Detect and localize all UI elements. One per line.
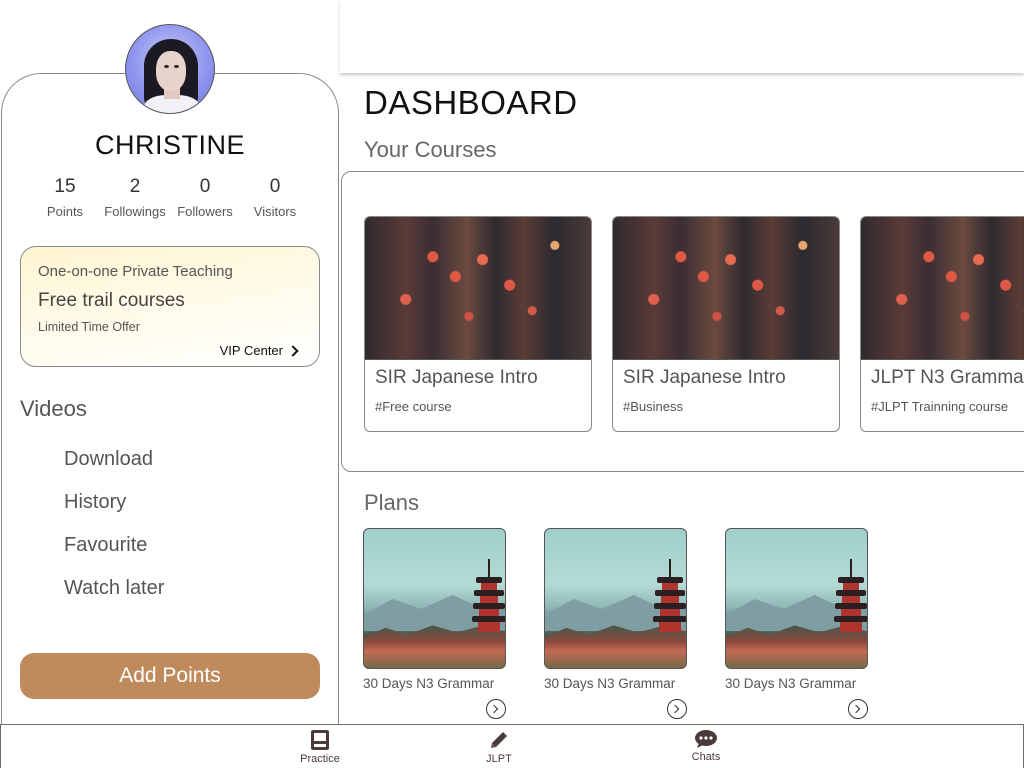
top-bar <box>340 0 1024 73</box>
chevron-circle-right-icon[interactable] <box>848 699 868 719</box>
course-thumbnail <box>365 217 591 360</box>
videos-heading: Videos <box>20 396 87 421</box>
course-tag: #Free course <box>375 399 452 414</box>
nav-label: Practice <box>300 753 340 765</box>
course-title: SIR Japanese Intro <box>375 367 538 388</box>
course-thumbnail <box>861 217 1024 360</box>
stat-value: 2 <box>129 176 141 197</box>
stat-label: Visitors <box>253 204 297 219</box>
course-card[interactable]: SIR Japanese Intro #Business <box>612 216 840 432</box>
videos-menu-history[interactable]: History <box>64 489 164 532</box>
vip-promo-card[interactable]: One-on-one Private Teaching Free trail c… <box>20 246 320 367</box>
plan-thumbnail <box>725 528 868 669</box>
courses-carousel[interactable]: SIR Japanese Intro #Free course SIR Japa… <box>341 171 1024 472</box>
profile-sidebar: CHRISTINE 15 Points 2 Followings 0 Follo… <box>0 0 340 733</box>
page-title: DASHBOARD <box>364 84 578 121</box>
user-name: CHRISTINE <box>94 130 245 160</box>
course-title: JLPT N3 Grammar <box>871 367 1024 388</box>
vip-note: Limited Time Offer <box>38 320 140 334</box>
course-card[interactable]: SIR Japanese Intro #Free course <box>364 216 592 432</box>
stat-value: 15 <box>54 176 76 197</box>
chat-bubbles-icon <box>695 730 717 748</box>
your-courses-heading: Your Courses <box>364 137 497 162</box>
plan-thumbnail <box>363 528 506 669</box>
stat-value: 0 <box>269 176 281 197</box>
pencil-icon <box>491 732 507 748</box>
chevron-right-icon <box>287 345 299 357</box>
chevron-circle-right-icon[interactable] <box>486 699 506 719</box>
stat-label: Followers <box>177 204 233 219</box>
vip-center-link[interactable]: VIP Center <box>219 343 299 358</box>
videos-menu-favourite[interactable]: Favourite <box>64 532 164 575</box>
plan-card[interactable]: 30 Days N3 Grammar <box>363 528 506 719</box>
vip-headline: One-on-one Private Teaching <box>38 263 233 280</box>
bottom-nav: Practice JLPT Chats <box>0 724 1024 768</box>
plan-name: 30 Days N3 Grammar <box>363 676 495 691</box>
plan-card[interactable]: 30 Days N3 Grammar <box>725 528 868 719</box>
course-thumbnail <box>613 217 839 360</box>
app-root: CHRISTINE 15 Points 2 Followings 0 Follo… <box>0 0 1024 768</box>
stat-label: Followings <box>104 204 166 219</box>
vip-center-label: VIP Center <box>219 343 283 358</box>
add-points-button[interactable]: Add Points <box>20 653 320 699</box>
nav-label: JLPT <box>486 753 512 765</box>
videos-menu-download[interactable]: Download <box>64 446 164 489</box>
plan-thumbnail <box>544 528 687 669</box>
course-tag: #JLPT Trainning course <box>871 399 1009 414</box>
plan-name: 30 Days N3 Grammar <box>725 676 857 691</box>
avatar[interactable] <box>125 24 215 114</box>
stat-label: Points <box>46 204 84 219</box>
stat-points[interactable]: 15 Points <box>30 174 100 219</box>
course-title: SIR Japanese Intro <box>623 367 786 388</box>
plan-card[interactable]: 30 Days N3 Grammar <box>544 528 687 719</box>
plan-name: 30 Days N3 Grammar <box>544 676 676 691</box>
nav-label: Chats <box>691 751 721 763</box>
nav-item-chats[interactable]: Chats <box>687 729 725 763</box>
videos-menu: Download History Favourite Watch later <box>64 446 164 618</box>
chevron-circle-right-icon[interactable] <box>667 699 687 719</box>
course-tag: #Business <box>623 399 683 414</box>
stat-followings[interactable]: 2 Followings <box>100 174 170 219</box>
nav-item-jlpt[interactable]: JLPT <box>481 729 517 765</box>
vip-offer: Free trail courses <box>38 290 185 311</box>
plans-heading: Plans <box>364 490 420 515</box>
nav-item-practice[interactable]: Practice <box>297 729 343 765</box>
profile-stats: 15 Points 2 Followings 0 Followers 0 Vis… <box>30 174 310 219</box>
stat-followers[interactable]: 0 Followers <box>170 174 240 219</box>
book-icon <box>311 730 329 750</box>
stat-visitors[interactable]: 0 Visitors <box>240 174 310 219</box>
stat-value: 0 <box>199 176 211 197</box>
videos-menu-watch-later[interactable]: Watch later <box>64 575 164 618</box>
course-card[interactable]: JLPT N3 Grammar #JLPT Trainning course <box>860 216 1024 432</box>
